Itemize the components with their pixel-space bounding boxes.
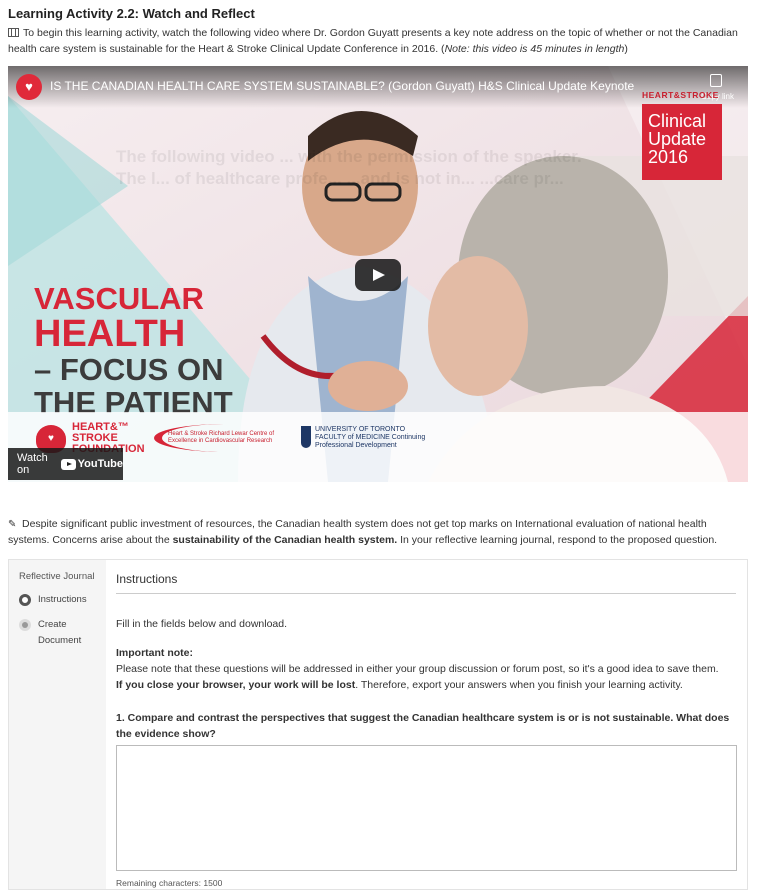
intro-note: Note: this video is 45 minutes in length [444, 43, 625, 55]
clinical-update-badge: Clinical Update 2016 [642, 104, 722, 180]
lewar-centre-logo: Heart & Stroke Richard Lewar Centre of E… [154, 424, 294, 452]
copy-icon[interactable] [710, 74, 722, 87]
question-1-label: 1. Compare and contrast the perspectives… [116, 712, 730, 740]
video-headline: VASCULAR HEALTH – FOCUS ON THE PATIENT [34, 282, 233, 419]
heart-stroke-brand: HEART&STROKE [642, 90, 719, 100]
uoft-medicine-logo: UNIVERSITY OF TORONTO FACULTY of MEDICIN… [301, 426, 431, 450]
step-instructions[interactable]: Instructions [19, 594, 87, 608]
step-create-document[interactable]: Create Document [19, 619, 88, 649]
film-icon [8, 28, 19, 37]
headline-line-1: VASCULAR [34, 281, 204, 316]
heart-icon[interactable]: ♥ [16, 74, 42, 100]
youtube-wordmark: YouTube [77, 458, 123, 470]
important-note-heading: Important note: [116, 647, 193, 659]
question-1-answer-field[interactable] [116, 745, 737, 871]
headline-line-2: HEALTH [34, 313, 186, 355]
play-button[interactable] [355, 259, 401, 291]
important-note-text: Please note that these questions will be… [116, 661, 736, 693]
pencil-icon: ✎ [8, 519, 17, 530]
step-label: Create Document [38, 619, 82, 646]
activity-heading: Learning Activity 2.2: Watch and Reflect [8, 6, 255, 21]
video-title-link[interactable]: IS THE CANADIAN HEALTH CARE SYSTEM SUSTA… [50, 79, 634, 93]
journal-sidebar: Reflective Journal Instructions Create D… [9, 560, 106, 889]
remaining-characters: Remaining characters: 1500 [116, 878, 223, 888]
prompt-text-after: In your reflective learning journal, res… [397, 534, 718, 546]
reflection-prompt: ✎ Despite significant public investment o… [8, 516, 748, 548]
video-watermark-text: The following video ... with the permiss… [116, 147, 582, 188]
intro-paragraph: To begin this learning activity, watch t… [8, 25, 748, 57]
reflective-journal-widget: Reflective Journal Instructions Create D… [8, 559, 748, 890]
youtube-play-icon [60, 458, 76, 470]
important-note-after: . Therefore, export your answers when yo… [355, 679, 683, 691]
important-note-warning: If you close your browser, your work wil… [116, 679, 356, 691]
intro-close: ) [624, 43, 628, 55]
intro-text: To begin this learning activity, watch t… [8, 27, 738, 55]
fill-instruction: Fill in the fields below and download. [116, 618, 288, 630]
watch-on-youtube-button[interactable]: Watch on YouTube [8, 448, 123, 480]
watch-on-label: Watch on [17, 452, 48, 476]
sidebar-title: Reflective Journal [19, 571, 95, 582]
youtube-video-embed[interactable]: The following video ... with the permiss… [8, 66, 748, 482]
important-note-body: Please note that these questions will be… [116, 663, 719, 675]
step-active-radio-icon [19, 594, 31, 606]
step-label: Instructions [38, 594, 87, 605]
prompt-bold: sustainability of the Canadian health sy… [172, 534, 398, 546]
step-inactive-radio-icon [19, 619, 31, 631]
headline-line-3: – FOCUS ON [34, 352, 224, 387]
youtube-logo: YouTube [60, 458, 123, 470]
journal-main: Instructions Fill in the fields below an… [116, 560, 737, 888]
journal-section-title: Instructions [116, 572, 736, 594]
